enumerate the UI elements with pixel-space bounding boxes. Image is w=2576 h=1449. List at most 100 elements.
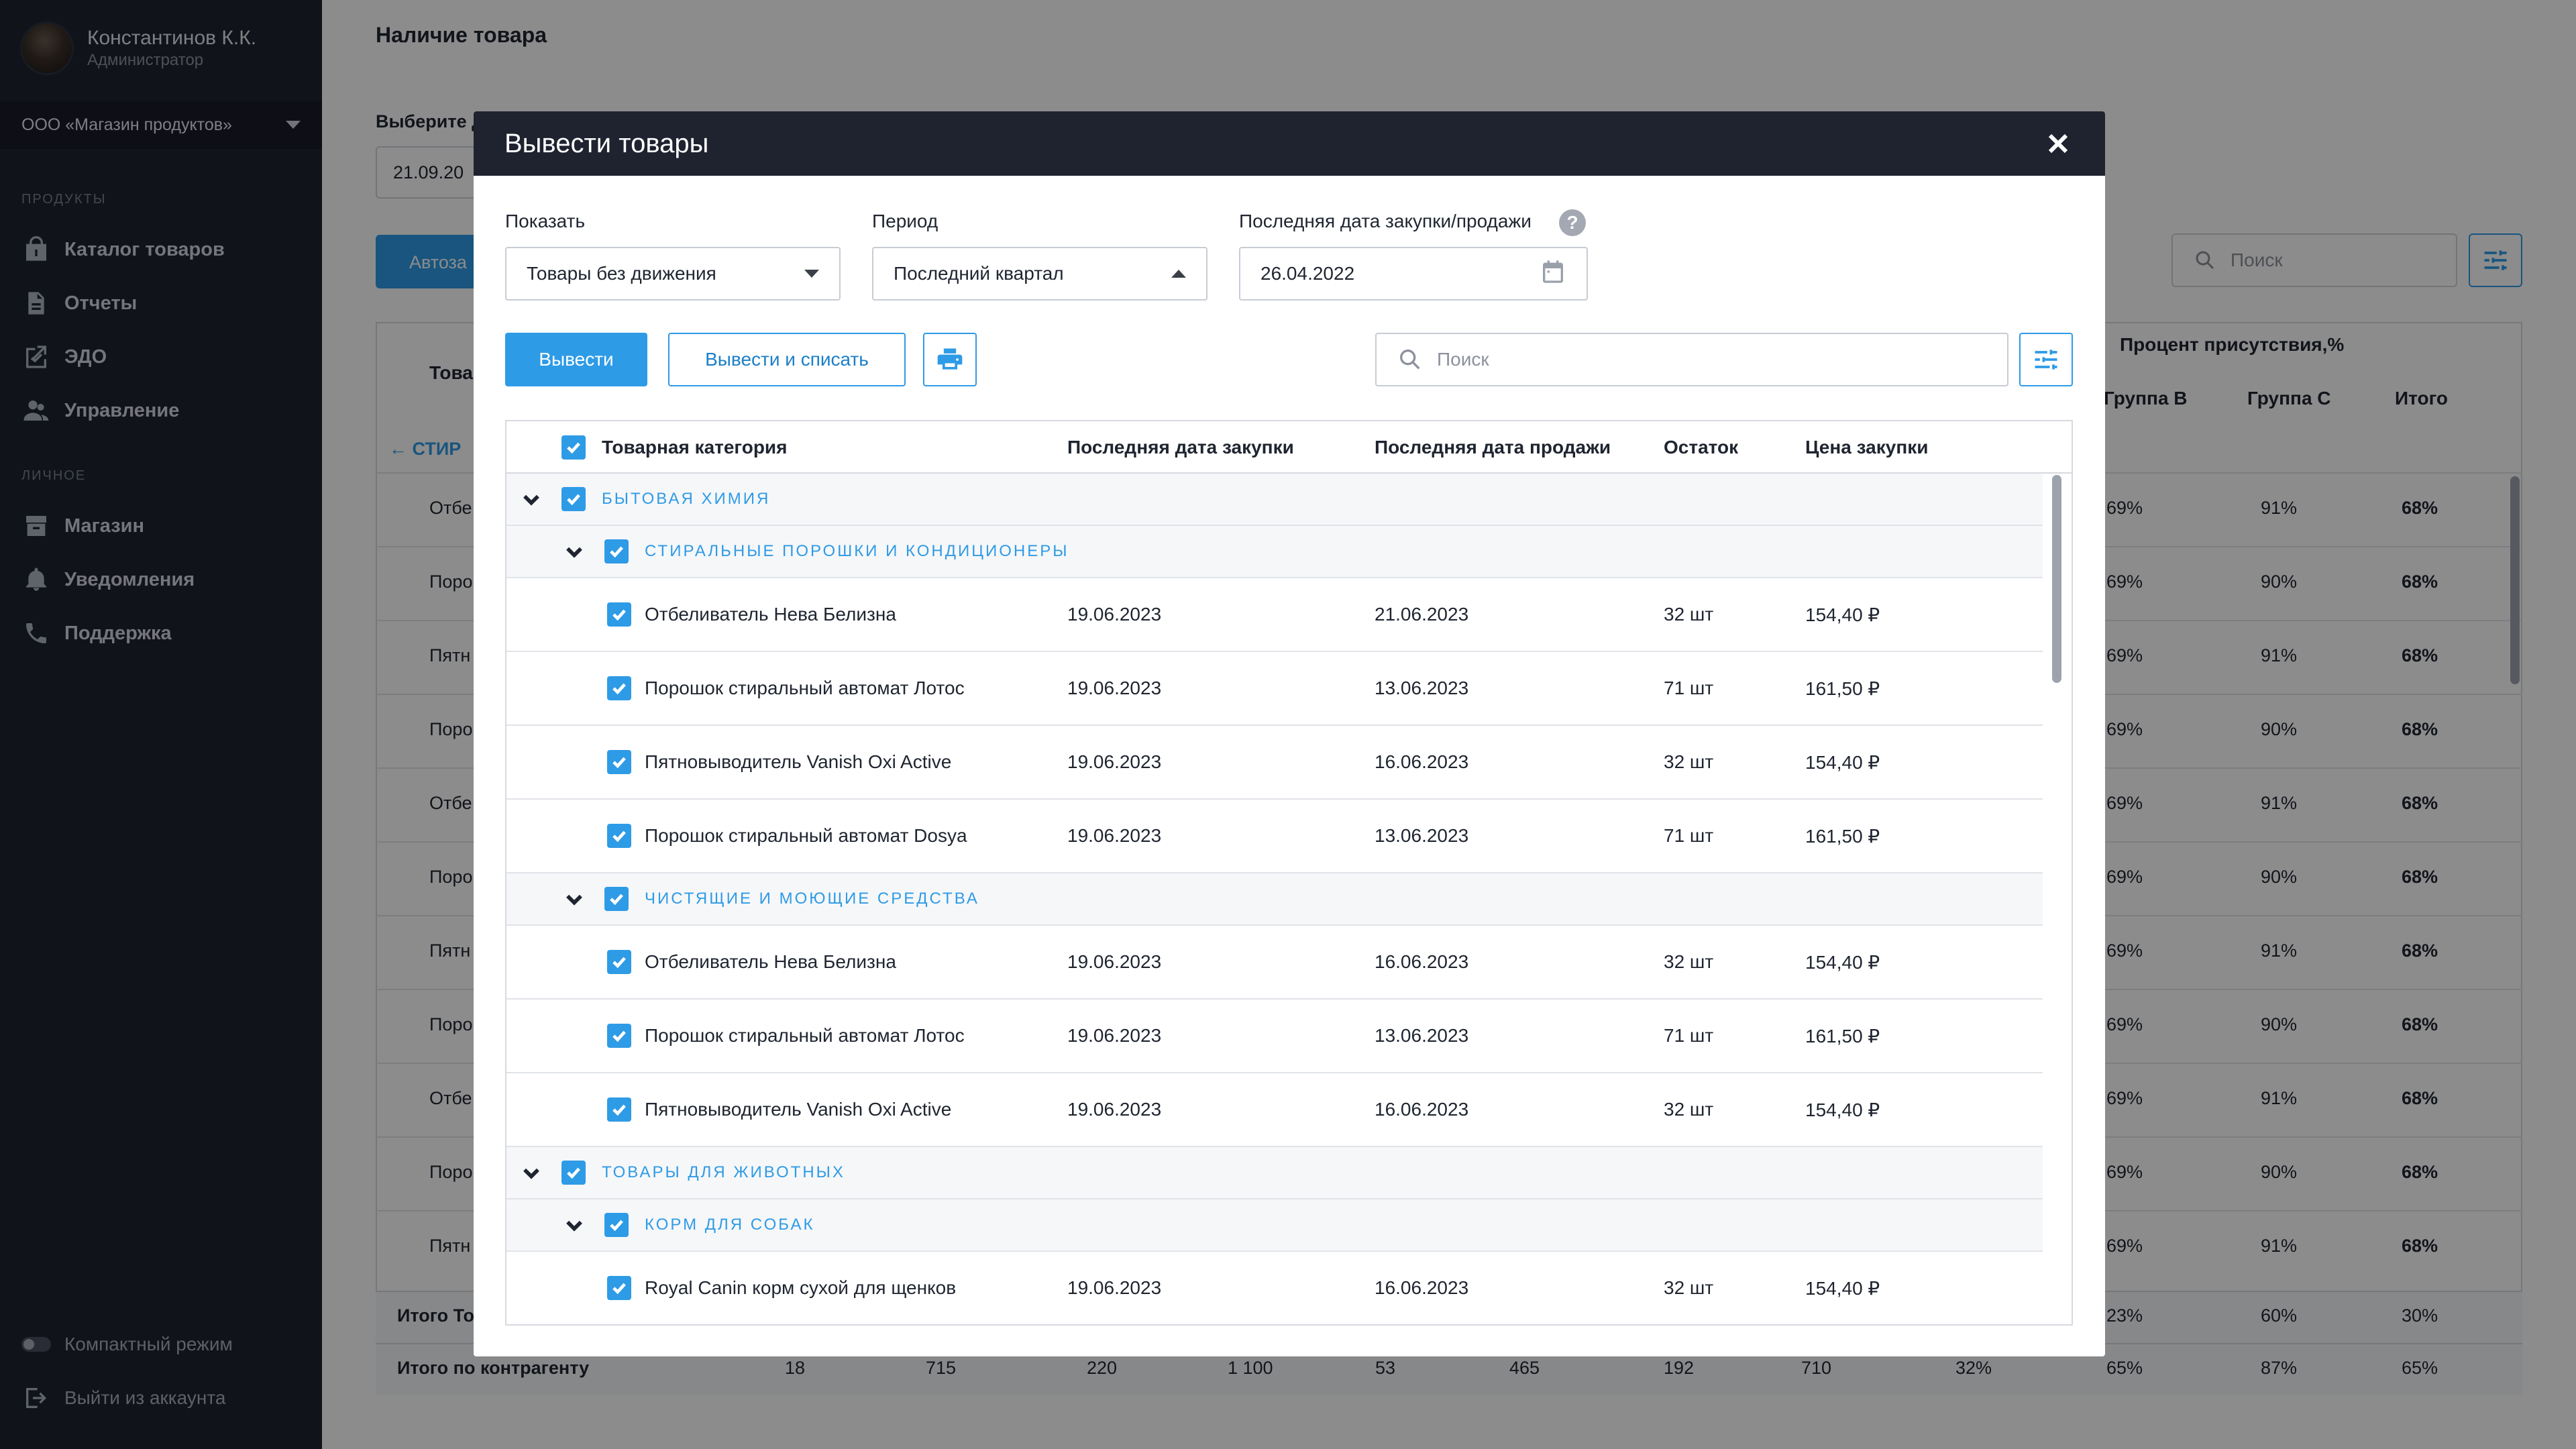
chevron-down-icon[interactable]	[563, 526, 586, 577]
category-label[interactable]: КОРМ ДЛЯ СОБАК	[645, 1199, 814, 1250]
show-label: Показать	[505, 211, 586, 231]
header-checkbox[interactable]	[561, 421, 586, 474]
last-purchase-date: 19.06.2023	[1067, 678, 1162, 698]
subcategory-row[interactable]: СТИРАЛЬНЫЕ ПОРОШКИ И КОНДИЦИОНЕРЫ	[506, 526, 2043, 578]
last-purchase-date: 19.06.2023	[1067, 825, 1162, 846]
row-checkbox[interactable]	[607, 1252, 631, 1324]
modal-title: Вывести товары	[504, 128, 709, 158]
subcategory-row[interactable]: ЧИСТЯЩИЕ И МОЮЩИЕ СРЕДСТВА	[506, 873, 2043, 926]
product-name: Отбеливатель Нева Белизна	[645, 604, 896, 625]
header-category[interactable]: Товарная категория	[602, 421, 788, 474]
subcategory-row[interactable]: КОРМ ДЛЯ СОБАК	[506, 1199, 2043, 1252]
stock-value: 32 шт	[1664, 751, 1714, 772]
chevron-down-icon[interactable]	[563, 873, 586, 924]
stock-value: 32 шт	[1664, 604, 1714, 625]
row-checkbox[interactable]	[607, 1073, 631, 1146]
last-date-field[interactable]: 26.04.2022	[1239, 247, 1588, 301]
printer-icon	[937, 348, 963, 370]
checkbox-checked-icon[interactable]	[561, 487, 586, 511]
last-sale-date: 16.06.2023	[1375, 1277, 1469, 1298]
checkbox-checked-icon[interactable]	[604, 1213, 629, 1237]
period-label: Период	[872, 211, 938, 231]
modal-search-field[interactable]	[1437, 349, 1839, 370]
stock-value: 32 шт	[1664, 1277, 1714, 1298]
filter-button[interactable]	[2019, 333, 2073, 386]
row-checkbox[interactable]	[607, 578, 631, 651]
row-checkbox[interactable]	[607, 1000, 631, 1072]
withdraw-button[interactable]: Вывести	[505, 333, 647, 386]
table-scrollbar[interactable]	[2052, 475, 2061, 1324]
group-checkbox[interactable]	[604, 1199, 629, 1250]
table-row[interactable]: Порошок стиральный автомат Лотос 19.06.20…	[506, 652, 2043, 726]
modal-search-input[interactable]	[1375, 333, 2008, 386]
checkbox-checked-icon[interactable]	[607, 950, 631, 974]
chevron-down-icon[interactable]	[520, 474, 543, 525]
checkbox-checked-icon[interactable]	[607, 1024, 631, 1048]
row-checkbox[interactable]	[607, 652, 631, 724]
calendar-icon[interactable]	[1540, 258, 1566, 290]
header-last-purchase[interactable]: Последняя дата закупки	[1067, 421, 1294, 474]
last-sale-date: 16.06.2023	[1375, 1099, 1469, 1120]
checkbox-checked-icon[interactable]	[604, 539, 629, 564]
table-row[interactable]: Пятновыводитель Vanish Oxi Active 19.06.2…	[506, 1073, 2043, 1147]
table-row[interactable]: Отбеливатель Нева Белизна 19.06.2023 21.06…	[506, 578, 2043, 652]
table-row[interactable]: Отбеливатель Нева Белизна 19.06.2023 16.06…	[506, 926, 2043, 1000]
category-label[interactable]: БЫТОВАЯ ХИМИЯ	[602, 474, 770, 525]
last-sale-date: 13.06.2023	[1375, 678, 1469, 698]
checkbox-checked-icon[interactable]	[607, 676, 631, 700]
print-button[interactable]	[923, 333, 977, 386]
checkbox-checked-icon[interactable]	[607, 824, 631, 848]
checkbox-checked-icon[interactable]	[561, 1161, 586, 1185]
checkbox-checked-icon[interactable]	[607, 602, 631, 627]
last-purchase-date: 19.06.2023	[1067, 1099, 1162, 1120]
product-name: Пятновыводитель Vanish Oxi Active	[645, 751, 952, 772]
table-row[interactable]: Порошок стиральный автомат Лотос 19.06.20…	[506, 1000, 2043, 1073]
stock-value: 32 шт	[1664, 951, 1714, 972]
product-name: Порошок стиральный автомат Лотос	[645, 678, 965, 698]
stock-value: 32 шт	[1664, 1099, 1714, 1120]
header-stock[interactable]: Остаток	[1664, 421, 1738, 474]
search-icon	[1400, 350, 1420, 370]
group-checkbox[interactable]	[561, 1147, 586, 1198]
checkbox-checked-icon[interactable]	[607, 750, 631, 774]
category-row[interactable]: ТОВАРЫ ДЛЯ ЖИВОТНЫХ	[506, 1147, 2043, 1199]
product-name: Пятновыводитель Vanish Oxi Active	[645, 1099, 952, 1120]
chevron-down-icon[interactable]	[520, 1147, 543, 1198]
group-checkbox[interactable]	[604, 873, 629, 924]
stock-value: 71 шт	[1664, 678, 1714, 698]
checkbox-checked-icon[interactable]	[607, 1276, 631, 1300]
price-value: 154,40 ₽	[1805, 751, 1880, 773]
group-checkbox[interactable]	[561, 474, 586, 525]
category-row[interactable]: БЫТОВАЯ ХИМИЯ	[506, 474, 2043, 526]
row-checkbox[interactable]	[607, 800, 631, 872]
checkbox-checked-icon[interactable]	[561, 435, 586, 460]
close-button[interactable]	[2042, 127, 2074, 160]
withdraw-writeoff-button[interactable]: Вывести и списать	[668, 333, 906, 386]
last-purchase-date: 19.06.2023	[1067, 604, 1162, 625]
table-row[interactable]: Royal Canin корм сухой для щенков 19.06.2…	[506, 1252, 2043, 1324]
price-value: 161,50 ₽	[1805, 1025, 1880, 1046]
price-value: 154,40 ₽	[1805, 604, 1880, 625]
scrollbar-thumb[interactable]	[2052, 475, 2061, 683]
chevron-up-icon	[1171, 270, 1186, 278]
show-select[interactable]: Товары без движения	[505, 247, 841, 301]
help-icon[interactable]: ?	[1559, 209, 1586, 236]
group-checkbox[interactable]	[604, 526, 629, 577]
row-checkbox[interactable]	[607, 726, 631, 798]
table-row[interactable]: Порошок стиральный автомат Dosya 19.06.20…	[506, 800, 2043, 873]
chevron-down-icon[interactable]	[563, 1199, 586, 1250]
row-checkbox[interactable]	[607, 926, 631, 998]
category-label[interactable]: СТИРАЛЬНЫЕ ПОРОШКИ И КОНДИЦИОНЕРЫ	[645, 526, 1069, 577]
table-row[interactable]: Пятновыводитель Vanish Oxi Active 19.06.2…	[506, 726, 2043, 800]
category-label[interactable]: ЧИСТЯЩИЕ И МОЮЩИЕ СРЕДСТВА	[645, 873, 979, 924]
checkbox-checked-icon[interactable]	[607, 1097, 631, 1122]
header-last-sale[interactable]: Последняя дата продажи	[1375, 421, 1611, 474]
close-icon	[2048, 133, 2068, 154]
header-price[interactable]: Цена закупки	[1805, 421, 1928, 474]
modal-header: Вывести товары	[474, 111, 2105, 176]
period-select[interactable]: Последний квартал	[872, 247, 1208, 301]
category-label[interactable]: ТОВАРЫ ДЛЯ ЖИВОТНЫХ	[602, 1147, 845, 1198]
checkbox-checked-icon[interactable]	[604, 887, 629, 911]
last-sale-date: 13.06.2023	[1375, 825, 1469, 846]
product-name: Порошок стиральный автомат Лотос	[645, 1025, 965, 1046]
